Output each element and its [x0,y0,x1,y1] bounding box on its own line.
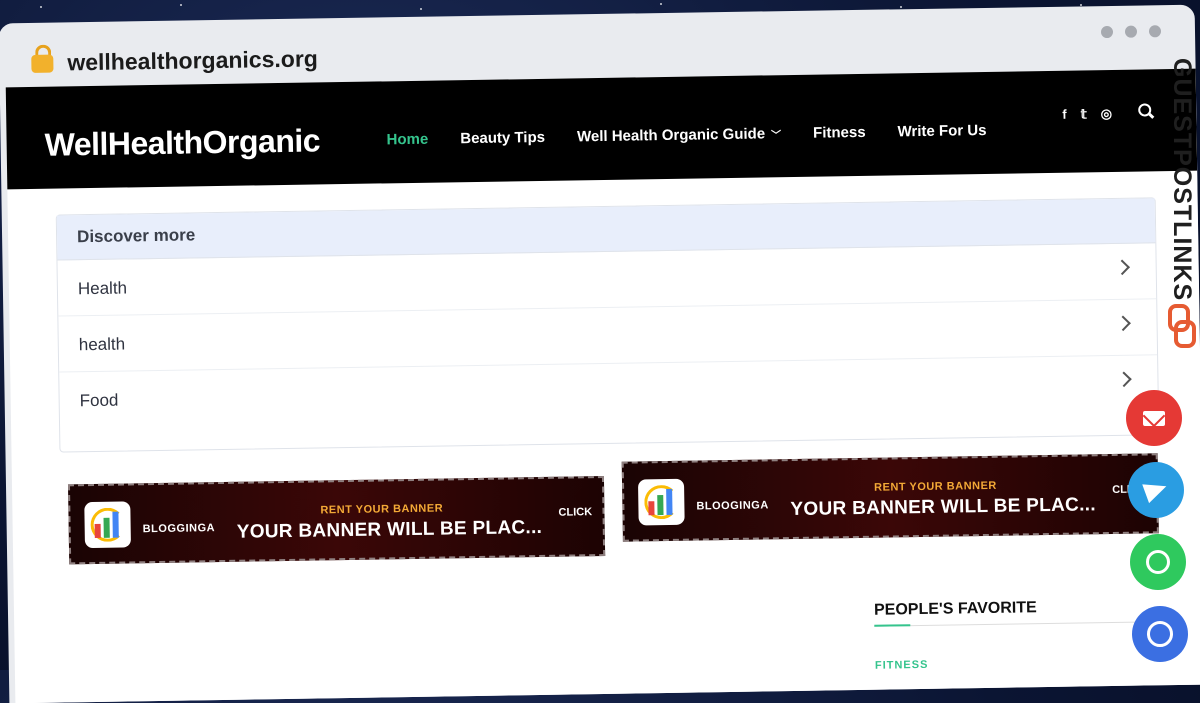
instagram-icon[interactable]: ◎ [1101,106,1113,122]
chain-link-icon [1168,304,1196,348]
search-icon[interactable] [1138,103,1155,119]
chat-button[interactable] [1132,606,1188,662]
peoples-favorite-title: PEOPLE'S FAVORITE [873,599,1037,619]
watermark-text: GUESTPOSTLINKS [1168,58,1196,302]
bloginga-logo-icon [637,478,685,526]
envelope-icon [1143,410,1165,426]
window-controls [1100,25,1162,39]
ad-banner[interactable]: BLOOGINGA RENT YOUR BANNER YOUR BANNER W… [621,453,1159,542]
banner-headline: YOUR BANNER WILL BE PLAC... [236,516,543,543]
nav-home[interactable]: Home [386,131,428,149]
section-divider [874,621,1165,627]
nav-guide-label: Well Health Organic Guide [576,125,766,146]
social-links: f 𝕥 ◎ [1062,106,1112,123]
banner-tagline: RENT YOUR BANNER [320,502,444,517]
chevron-right-icon [1116,371,1132,388]
ad-banner[interactable]: BLOGGINGA RENT YOUR BANNER YOUR BANNER W… [67,475,606,565]
chevron-right-icon [1114,259,1130,276]
main-nav: Home Beauty Tips Well Health Organic Gui… [386,122,986,148]
guestpostlinks-watermark: GUESTPOSTLINKS [1162,58,1200,358]
whatsapp-button[interactable] [1130,534,1186,590]
chevron-right-icon [1115,315,1131,332]
url-text[interactable]: wellhealthorganics.org [67,45,318,76]
discover-item-label: health [78,334,126,355]
chevron-down-icon: ﹀ [771,130,782,142]
email-button[interactable] [1126,390,1182,446]
nav-write-for-us[interactable]: Write For Us [897,122,986,140]
banner-brand: BLOGGINGA [142,522,216,536]
twitter-icon[interactable]: 𝕥 [1081,106,1087,122]
discover-item-label: Food [79,390,119,411]
banner-cta[interactable]: CLICK [558,506,592,519]
telegram-icon [1142,476,1170,504]
window-dot[interactable] [1148,25,1162,38]
discover-more-panel: Discover more Health health Food [55,197,1160,453]
site-logo[interactable]: WellHealthOrganic [44,122,320,163]
site-header: WellHealthOrganic Home Beauty Tips Well … [5,68,1198,190]
whatsapp-icon [1146,550,1170,574]
lock-icon [31,44,54,73]
bloginga-logo-icon [84,501,131,549]
facebook-icon[interactable]: f [1062,107,1067,123]
window-dot[interactable] [1124,25,1138,38]
banner-headline: YOUR BANNER WILL BE PLAC... [790,494,1097,521]
nav-fitness[interactable]: Fitness [813,124,866,142]
browser-window: wellhealthorganics.org WellHealthOrganic… [0,4,1200,703]
nav-beauty-tips[interactable]: Beauty Tips [460,129,545,147]
discover-item-label: Health [77,278,128,299]
banner-tagline: RENT YOUR BANNER [874,479,997,494]
banner-brand: BLOOGINGA [696,499,769,513]
window-dot[interactable] [1100,25,1114,39]
webpage: WellHealthOrganic Home Beauty Tips Well … [5,68,1200,703]
telegram-button[interactable] [1128,462,1184,518]
nav-guide[interactable]: Well Health Organic Guide ﹀ [577,125,781,145]
chat-icon [1147,621,1173,647]
